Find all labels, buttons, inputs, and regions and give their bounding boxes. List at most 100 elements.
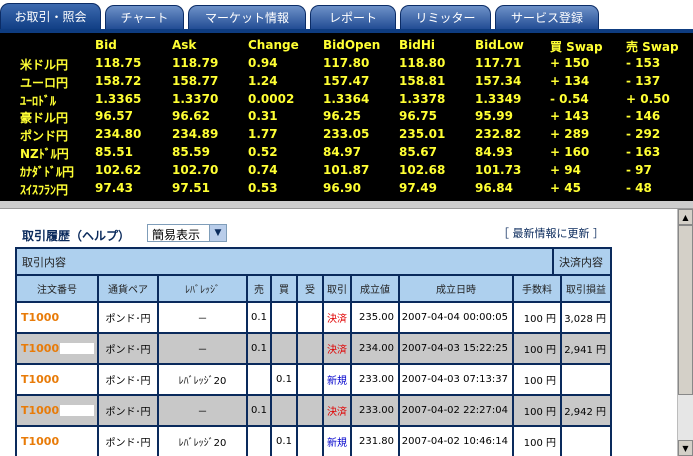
cell-pair: ポンド･円 (99, 334, 157, 363)
cell-order[interactable]: T1000 (17, 303, 97, 332)
section-header-row: 取引内容 決済内容 (17, 249, 610, 274)
cell-text-pl: 3,028 円 (564, 314, 606, 325)
cell-buy (272, 303, 296, 332)
cell-pair: ポンド･円 (99, 427, 157, 456)
chevron-down-icon[interactable]: ▼ (209, 225, 226, 241)
cell-text-leverage: ﾚﾊﾞﾚｯｼﾞ20 (178, 376, 227, 387)
rates-value: 1.3378 (399, 91, 446, 106)
cell-pair: ポンド･円 (99, 396, 157, 425)
cell-pl: 2,941 円 (562, 334, 610, 363)
rates-pair-label: NZﾄﾞﾙ円 (20, 147, 69, 161)
rates-value: 1.24 (248, 73, 278, 88)
cell-text-fee: 100 円 (523, 407, 556, 418)
rates-panel: Bid Ask Change BidOpen BidHi BidLow 買 Swap 売 Sw… (0, 33, 693, 201)
cell-text-price: 235.00 (359, 312, 394, 323)
cell-text-fee: 100 円 (523, 376, 556, 387)
cell-text-leverage: － (197, 407, 208, 418)
history-title[interactable]: 取引履歴（ヘルプ） (22, 227, 130, 244)
rates-value: - 48 (626, 180, 652, 195)
cell-text-datetime: 2007-04-03 07:13:37 (401, 374, 508, 385)
tab-5[interactable]: サービス登録 (495, 5, 599, 29)
rates-col-header: 売 Swap (626, 40, 679, 54)
cell-text-leverage: － (197, 314, 208, 325)
rates-value: + 45 (550, 180, 581, 195)
cell-order[interactable]: T1000 (17, 427, 97, 456)
cell-type: 決済 (324, 334, 350, 363)
cell-text-fee: 100 円 (523, 438, 556, 449)
cell-text-pl: 2,941 円 (564, 345, 606, 356)
redacted-mask (60, 436, 95, 447)
rates-value: + 150 (550, 56, 590, 70)
rates-value: - 97 (626, 162, 652, 177)
cell-buy (272, 396, 296, 425)
rates-value: 0.53 (248, 180, 278, 195)
tab-4[interactable]: リミッター (400, 5, 491, 29)
cell-leverage: － (159, 334, 246, 363)
display-mode-select[interactable]: 簡易表示 ▼ (147, 224, 227, 242)
rates-value: 0.94 (248, 56, 278, 70)
scroll-down-icon[interactable]: ▼ (678, 440, 693, 456)
rates-value: 85.59 (172, 145, 210, 159)
scroll-up-icon[interactable]: ▲ (678, 209, 693, 225)
cell-text-leverage: － (197, 345, 208, 356)
rates-value: + 143 (550, 109, 590, 124)
cell-order[interactable]: T1000 (17, 396, 97, 425)
cell-text-pair: ポンド･円 (105, 407, 151, 418)
cell-buy: 0.1 (272, 365, 296, 394)
order-id[interactable]: T1000 (21, 435, 59, 448)
redacted-mask (60, 405, 95, 416)
rates-value: 0.31 (248, 109, 278, 124)
cell-text-pair: ポンド･円 (105, 376, 151, 387)
rates-value: 102.68 (399, 162, 446, 177)
order-id[interactable]: T1000 (21, 373, 59, 386)
cell-recv (298, 365, 322, 394)
cell-sell: 0.1 (248, 303, 270, 332)
rates-value: 97.49 (399, 180, 437, 195)
rates-value: 96.90 (323, 180, 361, 195)
refresh-link[interactable]: ［ 最新情報に更新 ］ (498, 225, 604, 241)
rates-pair-label: ｶﾅﾀﾞﾄﾞﾙ円 (20, 164, 75, 179)
order-id[interactable]: T1000 (21, 311, 59, 324)
column-header: 取引損益 (562, 276, 610, 301)
rates-value: 117.80 (323, 56, 370, 70)
order-id[interactable]: T1000 (21, 342, 59, 355)
cell-text-datetime: 2007-04-04 00:00:05 (401, 312, 508, 323)
tab-2[interactable]: マーケット情報 (188, 5, 306, 29)
display-mode-value: 簡易表示 (152, 228, 201, 242)
scroll-thumb[interactable] (678, 225, 693, 395)
rates-value: 233.05 (323, 127, 370, 142)
rates-value: 158.77 (172, 73, 219, 88)
cell-text-price: 231.80 (359, 436, 394, 447)
cell-pl (562, 427, 610, 456)
cell-fee: 100 円 (514, 427, 560, 456)
rates-value: - 0.54 (550, 91, 589, 106)
cell-text-pair: ポンド･円 (105, 314, 151, 325)
column-header: 注文番号 (17, 276, 97, 301)
cell-datetime: 2007-04-04 00:00:05 (400, 303, 512, 332)
cell-type: 決済 (324, 396, 350, 425)
rates-value: 96.25 (323, 109, 361, 124)
order-id[interactable]: T1000 (21, 404, 59, 417)
column-header: 通貨ペア (99, 276, 157, 301)
rates-col-header: BidHi (399, 38, 436, 52)
rates-value: 101.73 (475, 162, 522, 177)
cell-text-type: 新規 (327, 438, 347, 449)
column-header: ﾚﾊﾞﾚｯｼﾞ (159, 276, 246, 301)
tab-1[interactable]: チャート (105, 5, 184, 29)
cell-text-fee: 100 円 (523, 314, 556, 325)
cell-fee: 100 円 (514, 365, 560, 394)
history-header: 取引履歴（ヘルプ） 簡易表示 ▼ ［ 最新情報に更新 ］ (15, 217, 612, 247)
section-settle-content: 決済内容 (554, 249, 610, 274)
rates-value: + 94 (550, 162, 581, 177)
cell-fee: 100 円 (514, 303, 560, 332)
tab-3[interactable]: レポート (310, 5, 396, 29)
vertical-scrollbar[interactable]: ▲ ▼ (677, 209, 693, 456)
cell-leverage: ﾚﾊﾞﾚｯｼﾞ20 (159, 365, 246, 394)
cell-price: 231.80 (352, 427, 398, 456)
rates-value: + 289 (550, 127, 590, 142)
redacted-mask (60, 343, 95, 354)
cell-order[interactable]: T1000 (17, 334, 97, 363)
rates-value: 85.51 (95, 145, 133, 159)
tab-0[interactable]: お取引・照会 (0, 3, 101, 29)
cell-order[interactable]: T1000 (17, 365, 97, 394)
